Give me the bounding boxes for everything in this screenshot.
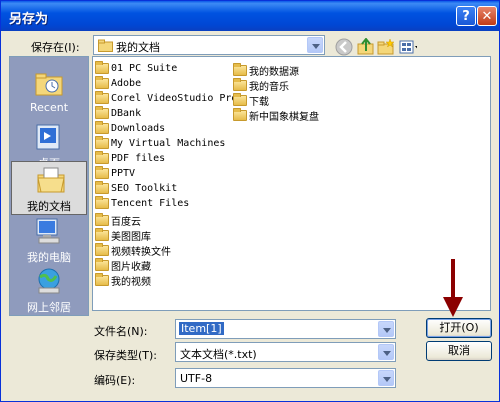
list-item[interactable]: 我的数据源 — [233, 63, 299, 78]
chevron-down-icon[interactable] — [378, 321, 394, 337]
list-item[interactable]: PDF files — [95, 151, 165, 167]
list-item[interactable]: Corel VideoStudio Pro — [95, 91, 237, 107]
folder-icon — [95, 196, 109, 209]
folder-icon — [95, 91, 109, 104]
place-label: 网上邻居 — [27, 301, 71, 314]
network-places-icon — [38, 268, 60, 294]
open-button[interactable]: 打开(O) — [426, 318, 492, 338]
list-item[interactable]: 我的音乐 — [233, 78, 289, 93]
cancel-button[interactable]: 取消 — [426, 341, 492, 361]
place-my-documents[interactable]: 我的文档 — [11, 161, 87, 215]
folder-icon — [95, 166, 109, 179]
folder-icon — [95, 76, 109, 89]
folder-icon — [95, 151, 109, 164]
folder-icon — [233, 108, 247, 121]
folder-icon — [95, 121, 109, 134]
places-bar: Recent 桌面 我的文档 我的电脑 — [9, 56, 89, 316]
up-folder-icon[interactable] — [357, 38, 375, 56]
encoding-select[interactable]: UTF-8 — [175, 368, 396, 388]
chevron-down-icon[interactable] — [307, 37, 323, 53]
save-as-dialog: 另存为 ? ✕ 保存在(I): 我的文档 Recent 我的文档 我的电脑 网上… — [0, 0, 500, 402]
data-source-folder-icon — [233, 63, 247, 76]
place-label: 我的文档 — [27, 200, 71, 213]
picture-folder-icon — [95, 258, 109, 271]
list-item[interactable]: 下载 — [233, 93, 269, 108]
video-folder-icon — [95, 273, 109, 286]
folder-icon — [95, 228, 109, 241]
open-button-label: 打开(O) — [439, 321, 479, 334]
list-item[interactable]: 新中国象棋复盘 — [233, 108, 319, 123]
help-button[interactable]: ? — [456, 6, 476, 26]
folder-icon — [95, 106, 109, 119]
new-folder-icon[interactable] — [377, 38, 395, 56]
encoding-value: UTF-8 — [180, 372, 213, 385]
save-in-label: 保存在(I): — [31, 41, 80, 54]
folder-icon — [95, 213, 109, 226]
list-item[interactable]: SEO Toolkit — [95, 181, 177, 197]
save-in-combo[interactable]: 我的文档 — [93, 35, 325, 55]
chevron-down-icon[interactable] — [378, 344, 394, 360]
my-documents-icon — [37, 167, 65, 193]
filetype-select[interactable]: 文本文档(*.txt) — [175, 342, 396, 362]
window-title: 另存为 — [9, 12, 49, 27]
file-list[interactable]: 01 PC Suite Adobe Corel VideoStudio Pro … — [92, 56, 491, 311]
save-in-value: 我的文档 — [116, 41, 160, 54]
list-item[interactable]: DBank — [95, 106, 141, 122]
list-item[interactable]: 百度云 — [95, 213, 141, 228]
filetype-value: 文本文档(*.txt) — [180, 348, 257, 361]
place-recent[interactable]: Recent — [10, 65, 88, 119]
help-icon: ? — [462, 9, 470, 24]
recent-folder-icon — [35, 73, 63, 96]
list-item[interactable]: 01 PC Suite — [95, 61, 177, 77]
back-icon[interactable] — [335, 38, 353, 56]
filename-value: Item[1] — [179, 322, 224, 335]
folder-icon — [233, 93, 247, 106]
title-bar[interactable]: 另存为 ? ✕ — [1, 1, 499, 31]
folder-icon — [95, 181, 109, 194]
desktop-icon — [36, 124, 60, 150]
chevron-down-icon[interactable] — [378, 370, 394, 386]
annotation-arrow — [443, 259, 463, 317]
list-item[interactable]: Adobe — [95, 76, 141, 92]
cancel-button-label: 取消 — [448, 344, 470, 357]
list-item[interactable]: 我的视频 — [95, 273, 151, 288]
music-folder-icon — [233, 78, 247, 91]
encoding-label: 编码(E): — [94, 374, 136, 387]
folder-icon — [95, 136, 109, 149]
view-menu-icon[interactable] — [399, 38, 417, 56]
folder-icon — [95, 61, 109, 74]
list-item[interactable]: 图片收藏 — [95, 258, 151, 273]
list-item[interactable]: Downloads — [95, 121, 165, 137]
filename-input[interactable]: Item[1] — [175, 319, 396, 339]
filename-label: 文件名(N): — [94, 325, 148, 338]
close-button[interactable]: ✕ — [477, 6, 497, 26]
list-item[interactable]: PPTV — [95, 166, 135, 182]
list-item[interactable]: 美图图库 — [95, 228, 151, 243]
place-network[interactable]: 网上邻居 — [10, 263, 88, 317]
list-item[interactable]: My Virtual Machines — [95, 136, 225, 152]
list-item[interactable]: 视频转换文件 — [95, 243, 171, 258]
place-label: Recent — [29, 101, 69, 114]
my-computer-icon — [36, 218, 60, 244]
filetype-label: 保存类型(T): — [94, 349, 158, 362]
close-icon: ✕ — [481, 9, 493, 24]
folder-icon — [95, 243, 109, 256]
folder-icon — [98, 39, 113, 52]
list-item[interactable]: Tencent Files — [95, 196, 189, 212]
place-my-computer[interactable]: 我的电脑 — [10, 213, 88, 267]
